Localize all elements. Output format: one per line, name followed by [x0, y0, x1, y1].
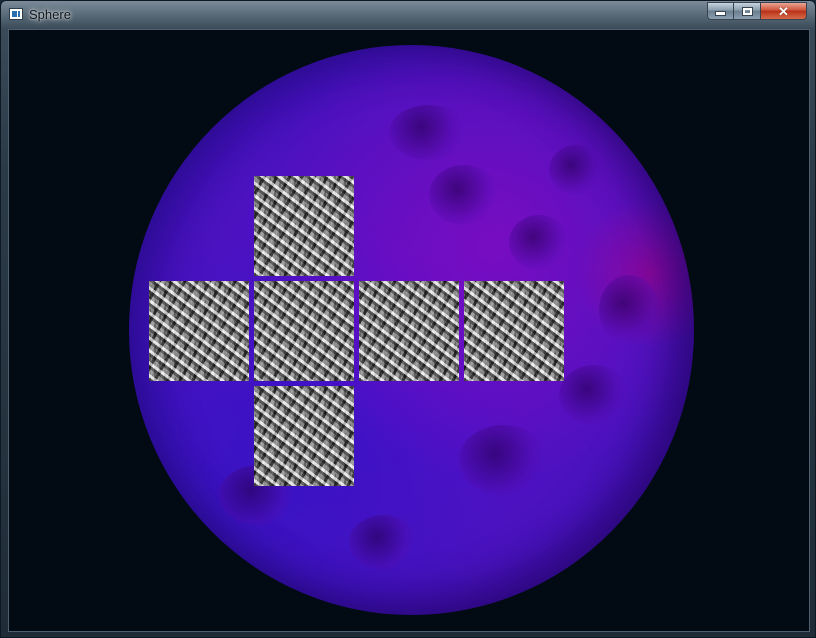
texture-tile-back	[464, 281, 564, 381]
texture-tile-left	[149, 281, 249, 381]
texture-tile-right	[359, 281, 459, 381]
minimize-button[interactable]	[707, 2, 734, 20]
maximize-icon	[742, 7, 752, 15]
crater	[509, 215, 569, 270]
window-title: Sphere	[29, 7, 71, 22]
texture-tile-bottom	[254, 386, 354, 486]
minimize-icon	[715, 11, 726, 16]
crater	[429, 165, 499, 225]
texture-tile-front	[254, 281, 354, 381]
app-icon[interactable]	[9, 8, 23, 20]
close-icon: ✕	[778, 3, 789, 19]
close-button[interactable]: ✕	[761, 2, 807, 20]
crater	[389, 105, 469, 160]
window-controls: ✕	[707, 2, 807, 21]
render-viewport[interactable]	[8, 29, 810, 632]
crater	[349, 515, 419, 570]
texture-tile-top	[254, 176, 354, 276]
crater	[549, 145, 604, 195]
maximize-button[interactable]	[734, 2, 761, 20]
crater	[459, 425, 549, 495]
crater	[599, 275, 659, 345]
crater	[559, 365, 629, 425]
title-bar[interactable]: Sphere ✕	[1, 1, 815, 29]
app-window: Sphere ✕	[0, 0, 816, 638]
